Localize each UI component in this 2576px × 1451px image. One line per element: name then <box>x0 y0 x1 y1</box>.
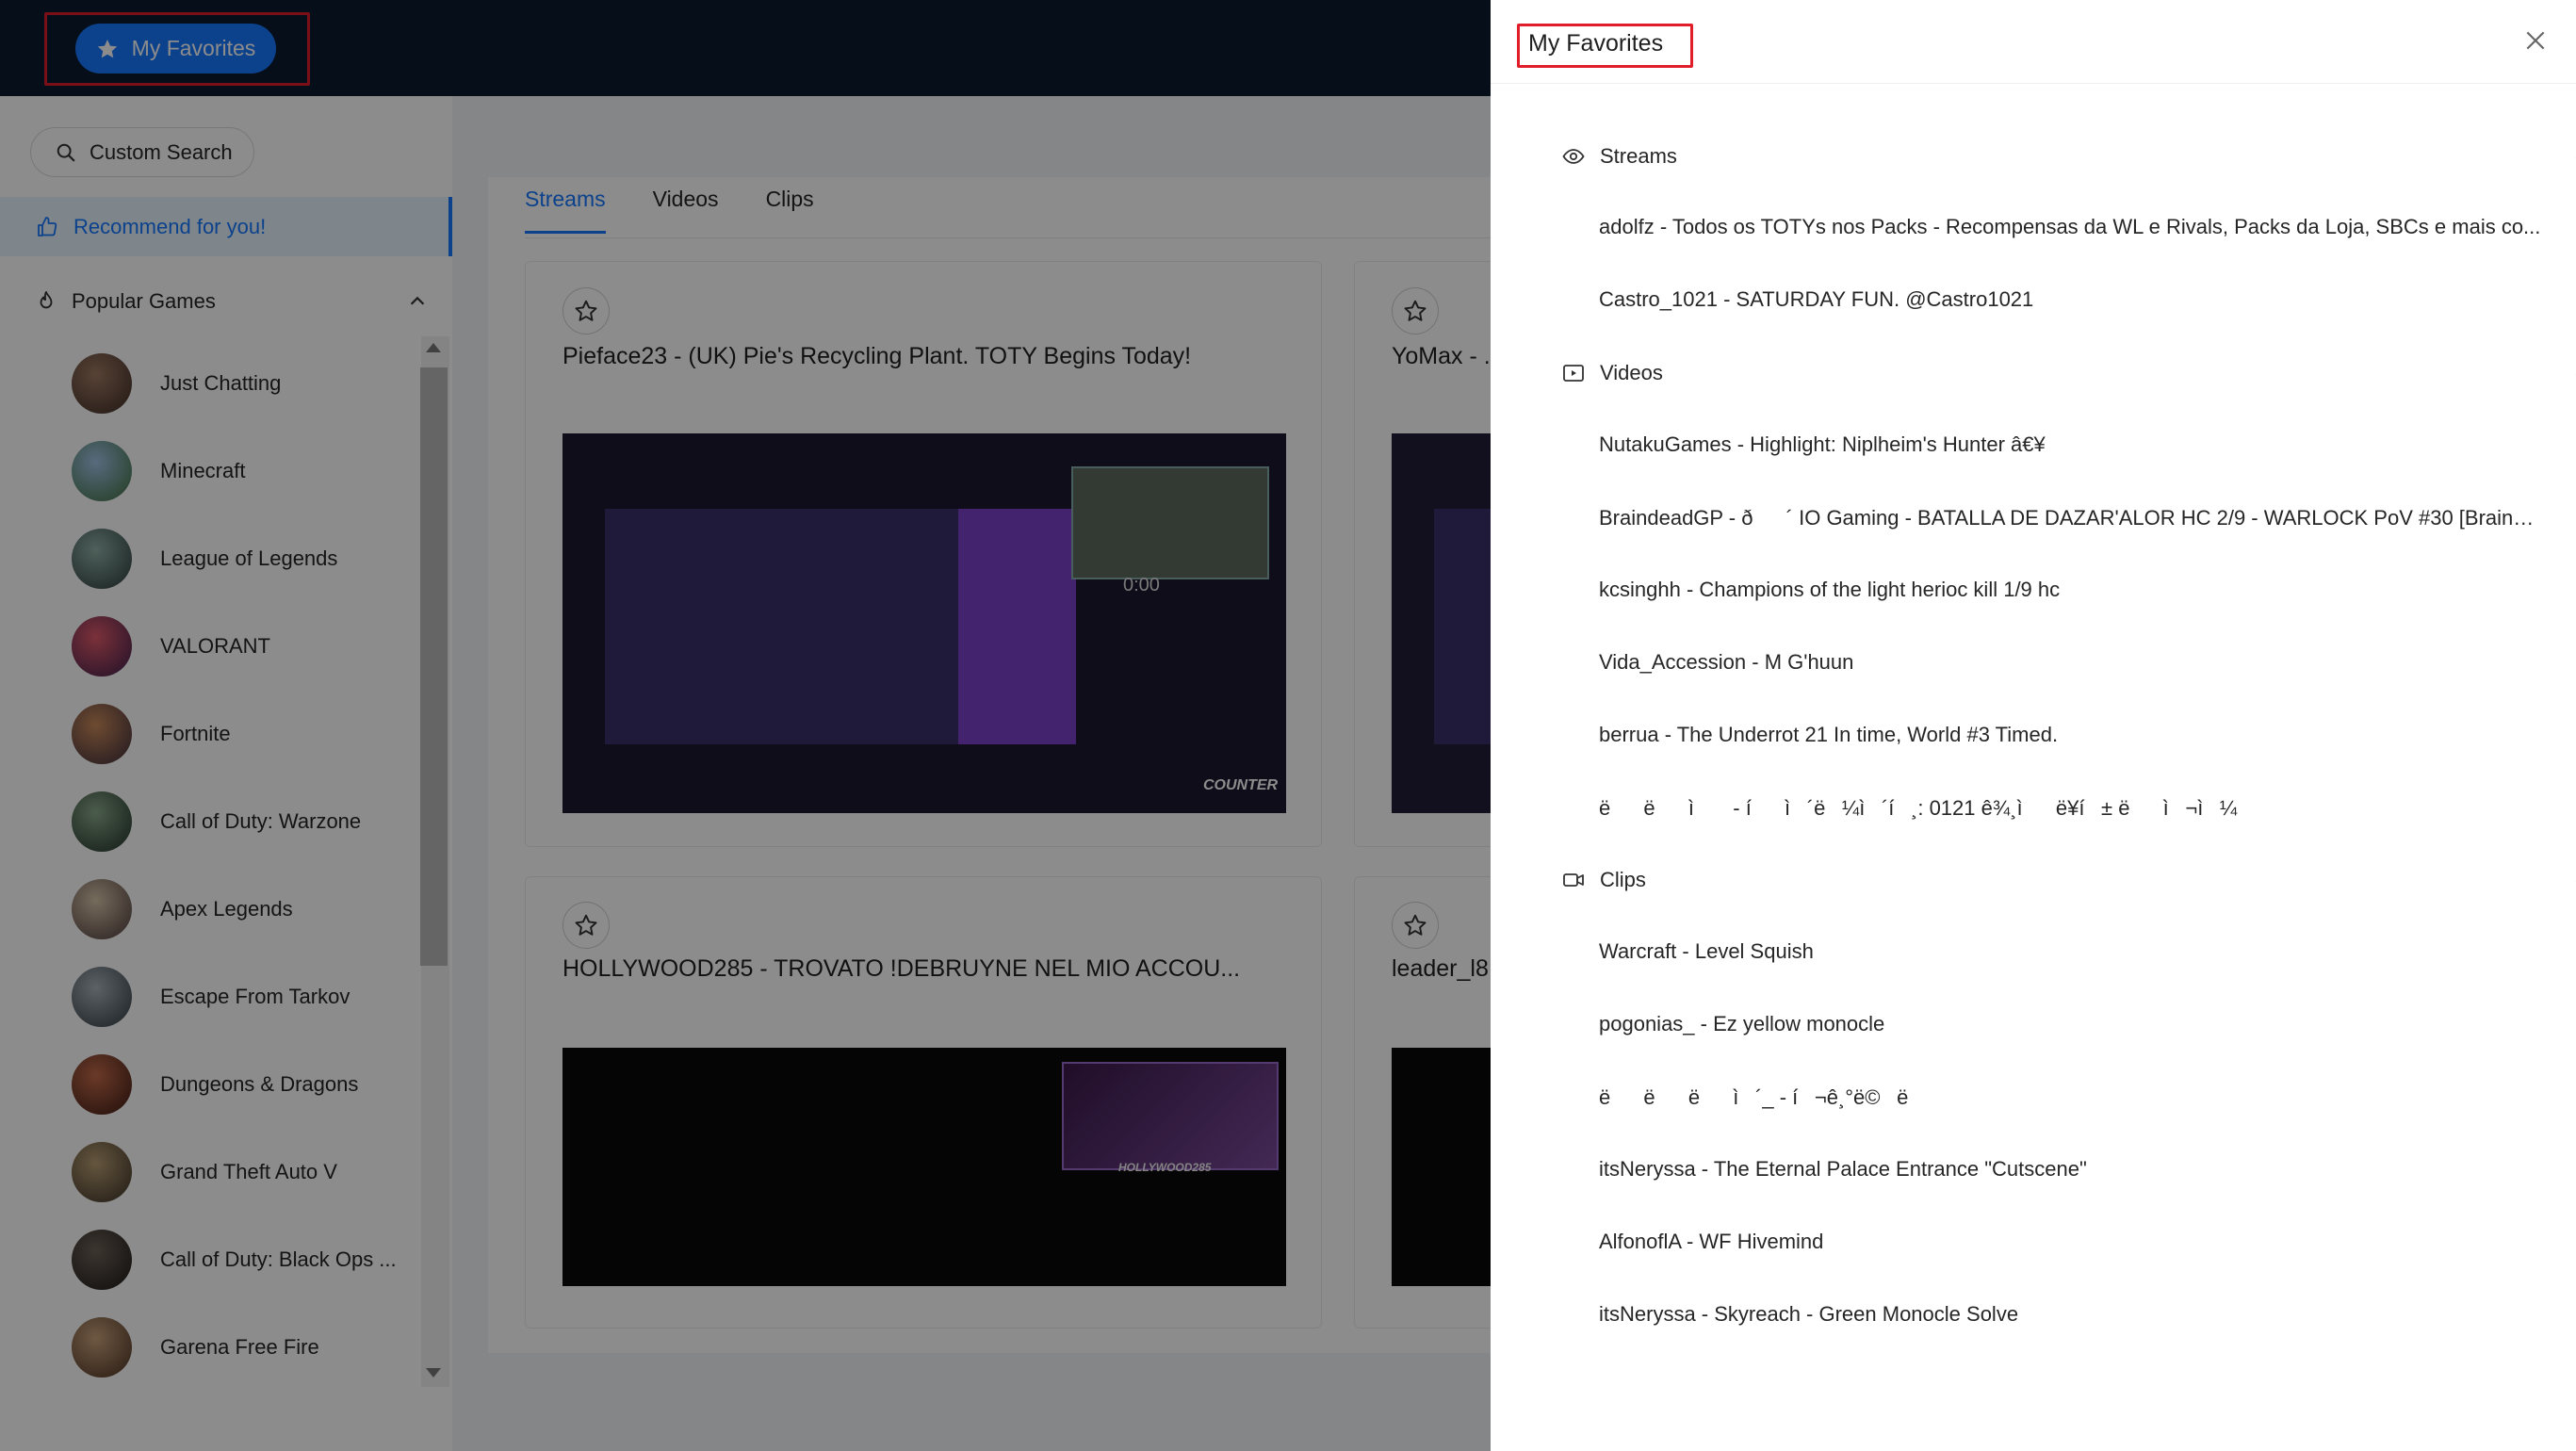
favorite-item[interactable]: NutakuGames - Highlight: Niplheim's Hunt… <box>1599 432 2541 457</box>
chevron-up-icon[interactable] <box>2572 146 2576 167</box>
modal-mask[interactable] <box>0 0 1491 1451</box>
favorite-item[interactable]: AlfonoflA - WF Hivemind <box>1599 1230 2541 1254</box>
favorite-item[interactable]: Castro_1021 - SATURDAY FUN. @Castro1021 <box>1599 287 2541 312</box>
favorite-item[interactable]: adolfz - Todos os TOTYs nos Packs - Reco… <box>1599 215 2541 239</box>
favorite-item[interactable]: berrua - The Underrot 21 In time, World … <box>1599 723 2541 747</box>
favorite-item[interactable]: itsNeryssa - Skyreach - Green Monocle So… <box>1599 1302 2541 1327</box>
favorite-item[interactable]: kcsinghh - Champions of the light herioc… <box>1599 578 2541 602</box>
section-label: Clips <box>1600 868 1646 891</box>
section-header-videos[interactable]: Videos <box>1562 354 2576 392</box>
section-header-streams[interactable]: Streams <box>1562 138 2576 175</box>
chevron-up-icon[interactable] <box>2572 870 2576 890</box>
section-header-clips[interactable]: Clips <box>1562 861 2576 899</box>
favorite-item[interactable]: ëëëì´_ - í¬ê¸°ë©ë <box>1599 1084 2541 1111</box>
eye-icon <box>1562 149 1585 164</box>
video-icon <box>1563 365 1584 382</box>
chevron-up-icon[interactable] <box>2572 363 2576 383</box>
section-label: Streams <box>1600 144 1677 168</box>
favorite-item[interactable]: Warcraft - Level Squish <box>1599 939 2541 964</box>
camera-icon <box>1563 873 1584 887</box>
section-label: Videos <box>1600 361 1663 384</box>
drawer-header: My Favorites <box>1491 0 2576 84</box>
favorite-item[interactable]: pogonias_ - Ez yellow monocle <box>1599 1012 2541 1036</box>
favorite-item[interactable]: ëëì - íì´ë¼ì´í¸: 0121 ê¾¸ì… <box>1599 795 2541 822</box>
favorite-item[interactable]: itsNeryssa - The Eternal Palace Entrance… <box>1599 1157 2541 1182</box>
favorites-drawer: My Favorites Streams adolfz - Todos os T… <box>1491 0 2576 1451</box>
close-icon[interactable] <box>2523 28 2548 53</box>
drawer-title: My Favorites <box>1528 30 1664 57</box>
favorite-item[interactable]: Vida_Accession - M G'huun <box>1599 650 2541 675</box>
favorite-item[interactable]: BraindeadGP - ð´ IO Gaming - BATALLA D… <box>1599 505 2541 531</box>
